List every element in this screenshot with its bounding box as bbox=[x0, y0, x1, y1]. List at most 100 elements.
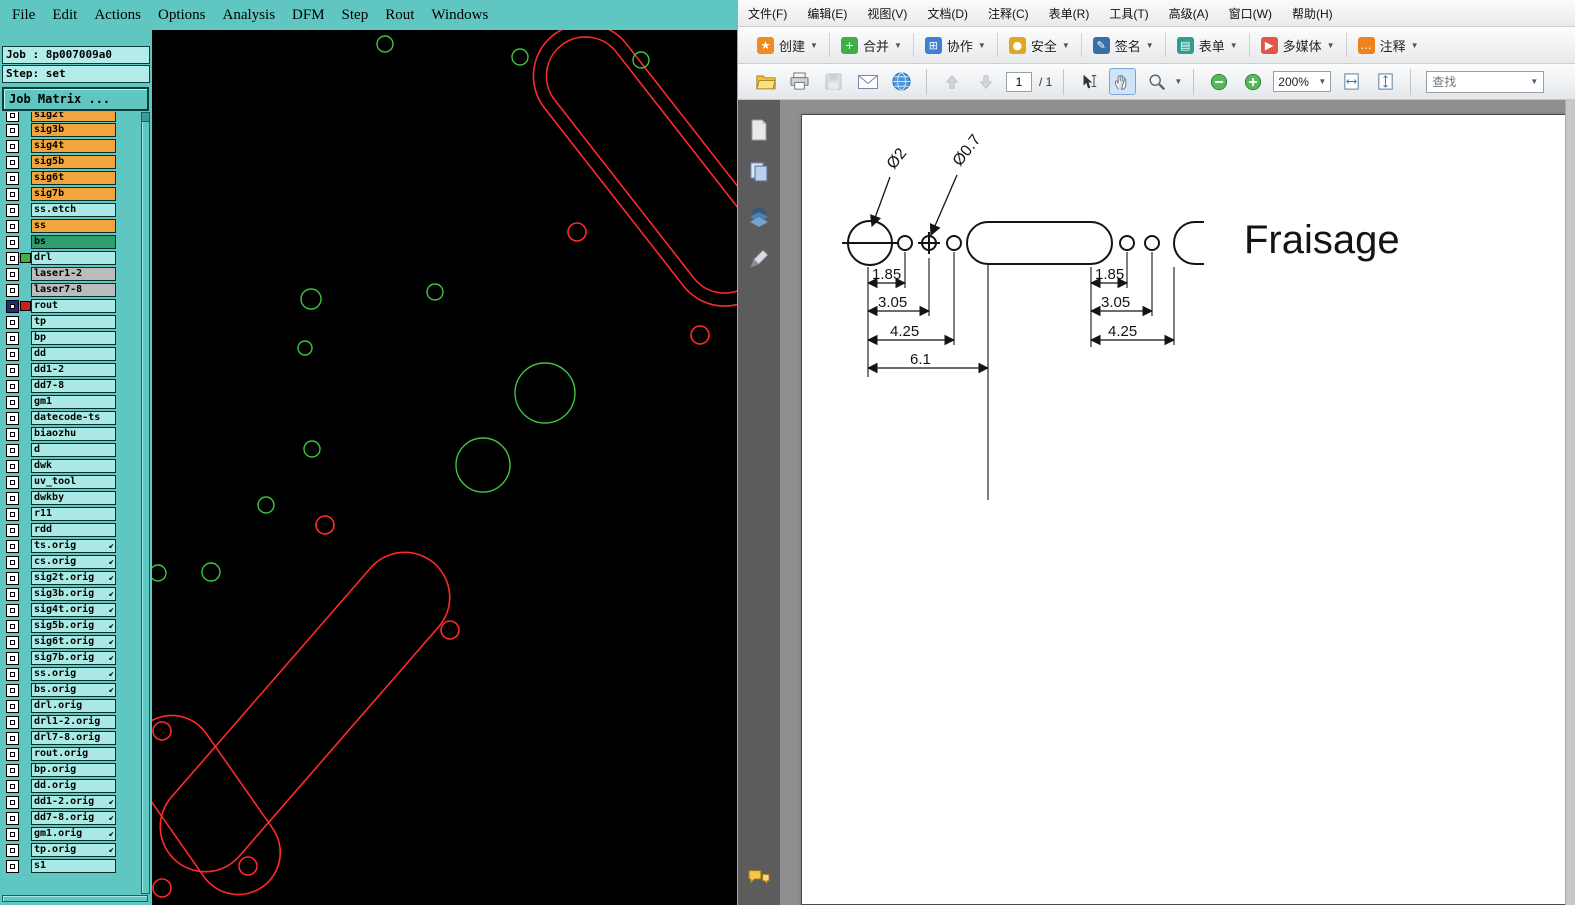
layer-label[interactable]: drl bbox=[31, 251, 116, 265]
layer-row-bp[interactable]: bp bbox=[0, 330, 138, 346]
page-thumbnails-icon[interactable] bbox=[747, 118, 771, 142]
fit-width-button[interactable] bbox=[1338, 68, 1365, 95]
layer-row-rout[interactable]: rout bbox=[0, 298, 138, 314]
chevron-down-icon[interactable]: ▼ bbox=[1174, 77, 1182, 86]
zoom-out-button[interactable] bbox=[1205, 68, 1232, 95]
layer-checkbox[interactable] bbox=[6, 827, 19, 841]
layer-label[interactable]: sig2t.orig ↙ bbox=[31, 571, 116, 585]
layer-row-ss[interactable]: ss bbox=[0, 218, 138, 234]
layer-row-laser1-2[interactable]: laser1-2 bbox=[0, 266, 138, 282]
layer-checkbox[interactable] bbox=[6, 112, 19, 122]
comments-icon[interactable] bbox=[747, 868, 771, 888]
layer-checkbox[interactable] bbox=[6, 619, 19, 633]
pdf-document-area[interactable]: Ø2 Ø0.7 1.85 3.05 4.25 6.1 1.85 3.05 4.2… bbox=[780, 100, 1575, 905]
ribbon-create-button[interactable]: ★ 创建 ▼ bbox=[750, 32, 825, 59]
layer-checkbox[interactable] bbox=[6, 283, 19, 297]
layer-label[interactable]: sig3b.orig ↙ bbox=[31, 587, 116, 601]
layer-row-drl.orig[interactable]: drl.orig bbox=[0, 698, 138, 714]
layer-label[interactable]: sig7b.orig ↙ bbox=[31, 651, 116, 665]
layer-label[interactable]: r11 bbox=[31, 507, 116, 521]
layer-row-datecode-ts[interactable]: datecode-ts bbox=[0, 410, 138, 426]
layer-row-sig4t.orig[interactable]: sig4t.orig ↙ bbox=[0, 602, 138, 618]
layer-label[interactable]: rdd bbox=[31, 523, 116, 537]
digital-signature-icon[interactable] bbox=[747, 247, 771, 271]
layer-label[interactable]: sig5b bbox=[31, 155, 116, 169]
layer-checkbox[interactable] bbox=[6, 203, 19, 217]
layer-label[interactable]: dd1-2.orig ↙ bbox=[31, 795, 116, 809]
layer-label[interactable]: sig7b bbox=[31, 187, 116, 201]
layer-label[interactable]: sig3b bbox=[31, 123, 116, 137]
layer-checkbox[interactable] bbox=[6, 699, 19, 713]
layer-label[interactable]: dwkby bbox=[31, 491, 116, 505]
layer-row-dd.orig[interactable]: dd.orig bbox=[0, 778, 138, 794]
layer-checkbox[interactable] bbox=[6, 443, 19, 457]
layer-checkbox[interactable] bbox=[6, 859, 19, 873]
zoom-level-select[interactable]: 200% ▼ bbox=[1273, 71, 1332, 92]
layer-row-sig7b[interactable]: sig7b bbox=[0, 186, 138, 202]
layer-checkbox[interactable] bbox=[6, 811, 19, 825]
layer-checkbox[interactable] bbox=[6, 763, 19, 777]
layer-label[interactable]: sig4t bbox=[31, 139, 116, 153]
cam-menu-options[interactable]: Options bbox=[158, 7, 206, 24]
layer-row-drl[interactable]: drl bbox=[0, 250, 138, 266]
layer-label[interactable]: laser7-8 bbox=[31, 283, 116, 297]
layer-row-dwk[interactable]: dwk bbox=[0, 458, 138, 474]
email-button[interactable] bbox=[854, 68, 881, 95]
ribbon-sign-button[interactable]: ✎ 签名 ▼ bbox=[1086, 32, 1161, 59]
layer-label[interactable]: biaozhu bbox=[31, 427, 116, 441]
layer-checkbox[interactable] bbox=[6, 171, 19, 185]
open-file-button[interactable] bbox=[752, 68, 779, 95]
layer-row-sig7b.orig[interactable]: sig7b.orig ↙ bbox=[0, 650, 138, 666]
layer-row-tp[interactable]: tp bbox=[0, 314, 138, 330]
layer-row-bp.orig[interactable]: bp.orig bbox=[0, 762, 138, 778]
layer-label[interactable]: bp.orig bbox=[31, 763, 116, 777]
ribbon-collaborate-button[interactable]: ⊞ 协作 ▼ bbox=[918, 32, 993, 59]
layer-checkbox[interactable] bbox=[6, 539, 19, 553]
layer-checkbox[interactable] bbox=[6, 747, 19, 761]
layer-row-drl7-8.orig[interactable]: drl7-8.orig bbox=[0, 730, 138, 746]
layer-checkbox[interactable] bbox=[6, 731, 19, 745]
layer-checkbox[interactable] bbox=[6, 363, 19, 377]
layer-row-dd1-2.orig[interactable]: dd1-2.orig ↙ bbox=[0, 794, 138, 810]
ribbon-multimedia-button[interactable]: ▶ 多媒体 ▼ bbox=[1254, 32, 1342, 59]
layer-row-r11[interactable]: r11 bbox=[0, 506, 138, 522]
layer-checkbox[interactable] bbox=[6, 667, 19, 681]
layer-row-s1[interactable]: s1 bbox=[0, 858, 138, 874]
layer-label[interactable]: dd bbox=[31, 347, 116, 361]
layer-row-sig4t[interactable]: sig4t bbox=[0, 138, 138, 154]
layer-label[interactable]: dd7-8.orig ↙ bbox=[31, 811, 116, 825]
layer-label[interactable]: dwk bbox=[31, 459, 116, 473]
layer-row-ss.etch[interactable]: ss.etch bbox=[0, 202, 138, 218]
layer-label[interactable]: dd1-2 bbox=[31, 363, 116, 377]
layer-checkbox[interactable] bbox=[6, 315, 19, 329]
layer-checkbox[interactable] bbox=[6, 683, 19, 697]
layer-label[interactable]: drl7-8.orig bbox=[31, 731, 116, 745]
cam-menu-analysis[interactable]: Analysis bbox=[223, 7, 276, 24]
job-matrix-button[interactable]: Job Matrix ... bbox=[2, 87, 149, 111]
scrollbar-cap[interactable] bbox=[142, 113, 149, 122]
layer-row-ts.orig[interactable]: ts.orig ↙ bbox=[0, 538, 138, 554]
layer-row-rout.orig[interactable]: rout.orig bbox=[0, 746, 138, 762]
pdf-menu-document[interactable]: 文档(D) bbox=[927, 5, 968, 22]
pdf-menu-window[interactable]: 窗口(W) bbox=[1229, 5, 1272, 22]
layer-checkbox[interactable] bbox=[6, 523, 19, 537]
hand-tool-button[interactable] bbox=[1109, 68, 1137, 95]
layer-label[interactable]: bs.orig ↙ bbox=[31, 683, 116, 697]
layer-row-sig5b.orig[interactable]: sig5b.orig ↙ bbox=[0, 618, 138, 634]
layer-checkbox[interactable] bbox=[6, 123, 19, 137]
layer-checkbox[interactable] bbox=[6, 411, 19, 425]
page-number-input[interactable] bbox=[1006, 71, 1032, 92]
layer-row-sig6t.orig[interactable]: sig6t.orig ↙ bbox=[0, 634, 138, 650]
layer-checkbox[interactable] bbox=[6, 555, 19, 569]
layer-label[interactable]: gm1.orig ↙ bbox=[31, 827, 116, 841]
layer-row-sig2t[interactable]: sig2t bbox=[0, 112, 138, 122]
layer-checkbox[interactable] bbox=[6, 235, 19, 249]
layer-label[interactable]: sig2t bbox=[31, 112, 116, 122]
layer-label[interactable]: rout.orig bbox=[31, 747, 116, 761]
zoom-in-button[interactable] bbox=[1239, 68, 1266, 95]
layer-row-sig3b.orig[interactable]: sig3b.orig ↙ bbox=[0, 586, 138, 602]
layer-color-chip[interactable] bbox=[20, 253, 31, 263]
layer-checkbox[interactable] bbox=[6, 603, 19, 617]
layer-row-sig3b[interactable]: sig3b bbox=[0, 122, 138, 138]
layer-row-laser7-8[interactable]: laser7-8 bbox=[0, 282, 138, 298]
